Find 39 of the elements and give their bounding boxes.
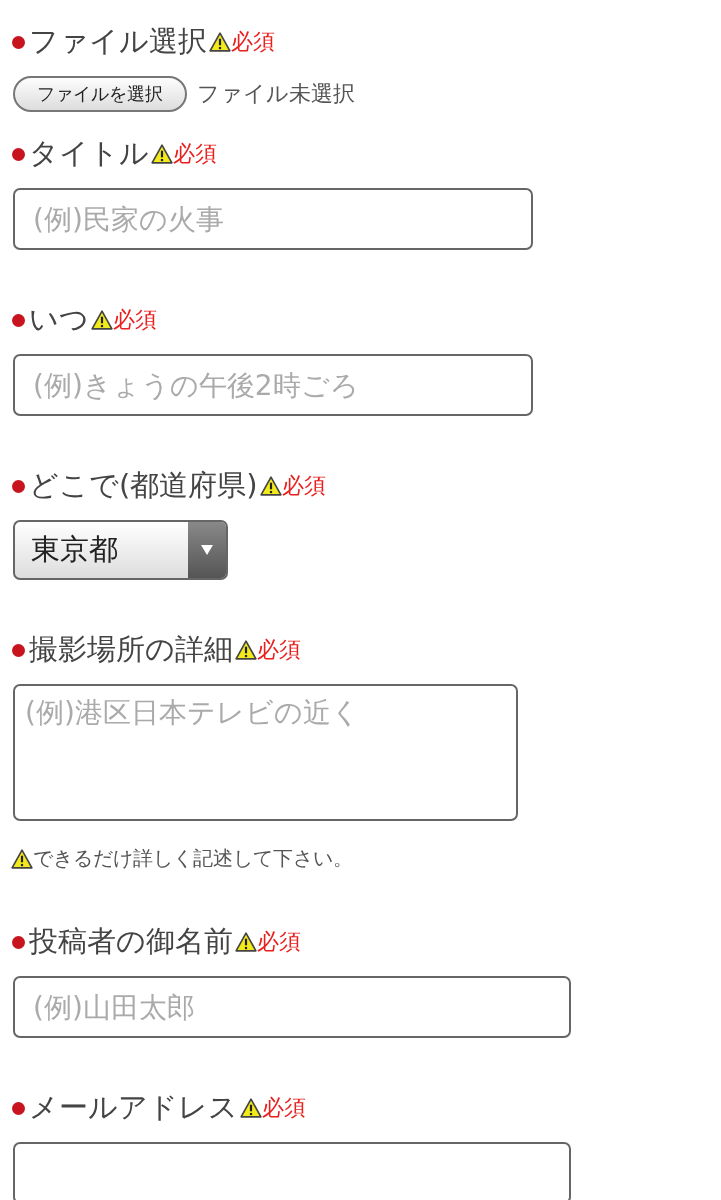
required-label: 必須	[173, 140, 217, 168]
field-label: タイトル	[29, 135, 149, 172]
required-label: 必須	[262, 1094, 306, 1122]
required-label: 必須	[231, 28, 275, 56]
input-field[interactable]: (例)山田太郎	[13, 976, 571, 1038]
input-field[interactable]: (例)きょうの午後2時ごろ	[13, 354, 533, 416]
prefecture-dropdown[interactable]: 東京都	[13, 520, 228, 580]
warning-icon	[240, 1098, 262, 1118]
text-area[interactable]: (例)港区日本テレビの近く	[13, 684, 518, 821]
input-field[interactable]: (例)民家の火事	[13, 188, 533, 250]
bullet-icon	[12, 147, 25, 161]
input-field[interactable]	[13, 1142, 571, 1200]
warning-icon	[259, 476, 282, 496]
required-label: 必須	[257, 636, 301, 664]
field-label: どこで(都道府県)	[29, 467, 258, 504]
bullet-icon	[12, 935, 25, 949]
hint-text: できるだけ詳しく記述して下さい。	[33, 845, 353, 872]
field-label: いつ	[29, 301, 89, 338]
warning-icon	[209, 32, 231, 52]
field-label: ファイル選択	[29, 23, 207, 60]
bullet-icon	[12, 1101, 25, 1115]
bullet-icon	[12, 643, 25, 657]
warning-icon	[11, 848, 33, 869]
dropdown-arrow-icon	[201, 545, 213, 555]
warning-icon	[235, 640, 257, 660]
file-status: ファイル未選択	[197, 80, 355, 108]
choose-file-button[interactable]: ファイルを選択	[13, 76, 187, 112]
bullet-icon	[12, 313, 25, 327]
required-label: 必須	[281, 472, 326, 500]
warning-icon	[91, 310, 113, 330]
required-label: 必須	[113, 306, 157, 334]
field-label: 撮影場所の詳細	[29, 631, 233, 668]
field-label: 投稿者の御名前	[29, 923, 233, 960]
bullet-icon	[12, 35, 25, 49]
warning-icon	[151, 144, 173, 164]
bullet-icon	[12, 479, 25, 493]
required-label: 必須	[257, 928, 301, 956]
warning-icon	[235, 932, 257, 952]
field-label: メールアドレス	[29, 1089, 238, 1126]
